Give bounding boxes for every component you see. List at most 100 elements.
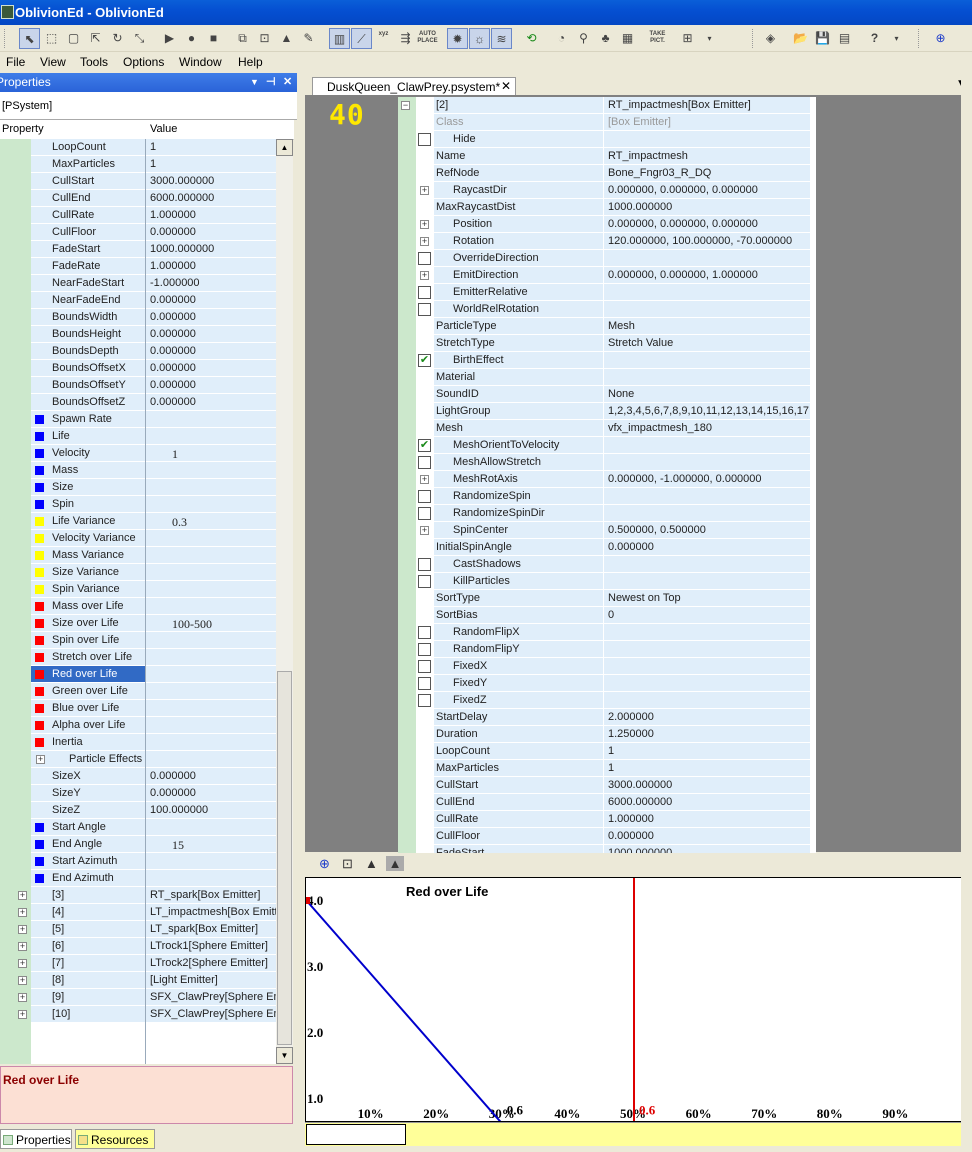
emitter-property-name[interactable]: ParticleType	[434, 318, 603, 335]
menu-file[interactable]: File	[6, 55, 25, 69]
property-name[interactable]: Inertia	[31, 734, 145, 751]
property-value[interactable]: 0.000000	[146, 292, 276, 309]
expand-icon[interactable]: +	[36, 755, 45, 764]
layers-icon[interactable]: ◈	[760, 28, 781, 49]
emitter-property-row[interactable]: Hide	[398, 131, 816, 148]
checkbox[interactable]	[418, 558, 431, 571]
emitter-property-value[interactable]: RT_impactmesh[Box Emitter]	[604, 97, 810, 114]
checkbox[interactable]	[418, 507, 431, 520]
emitter-property-name[interactable]: MeshRotAxis	[434, 471, 603, 488]
emitter-property-value[interactable]: Mesh	[604, 318, 810, 335]
expand-icon[interactable]: +	[18, 908, 27, 917]
emitter-property-value[interactable]: 6000.000000	[604, 794, 810, 811]
crosshair-icon[interactable]: ⊕	[930, 28, 951, 49]
property-name[interactable]: SizeX	[31, 768, 145, 785]
property-name[interactable]: Spin	[31, 496, 145, 513]
emitter-property-name[interactable]: SortType	[434, 590, 603, 607]
property-value[interactable]: LTrock2[Sphere Emitter]	[146, 955, 276, 972]
property-row[interactable]: End Azimuth	[0, 870, 276, 887]
property-row[interactable]: Velocity Variance	[0, 530, 276, 547]
property-value[interactable]: 0.000000	[146, 326, 276, 343]
property-value[interactable]	[146, 581, 276, 598]
emitter-property-value[interactable]: Stretch Value	[604, 335, 810, 352]
property-value[interactable]	[146, 751, 276, 768]
emitter-property-row[interactable]: CastShadows	[398, 556, 816, 573]
checkbox[interactable]	[418, 133, 431, 146]
emitter-property-row[interactable]: RandomizeSpinDir	[398, 505, 816, 522]
emitter-property-name[interactable]: CullEnd	[434, 794, 603, 811]
property-value[interactable]: LTrock1[Sphere Emitter]	[146, 938, 276, 955]
property-name[interactable]: Spin Variance	[31, 581, 145, 598]
scroll-thumb[interactable]	[277, 671, 292, 1045]
property-name[interactable]: Particle Effects	[31, 751, 145, 768]
emitter-property-row[interactable]: FixedZ	[398, 692, 816, 709]
property-name[interactable]: BoundsOffsetX	[31, 360, 145, 377]
property-value[interactable]	[146, 530, 276, 547]
property-name[interactable]: Velocity	[31, 445, 145, 462]
layout-icon[interactable]: ▥	[329, 28, 350, 49]
expand-icon[interactable]: +	[420, 186, 429, 195]
property-value[interactable]	[146, 717, 276, 734]
emitter-property-name[interactable]: BirthEffect	[434, 352, 603, 369]
property-row[interactable]: Start Azimuth	[0, 853, 276, 870]
expand-icon[interactable]: +	[18, 993, 27, 1002]
emitter-property-value[interactable]	[604, 573, 810, 590]
property-name[interactable]: CullStart	[31, 173, 145, 190]
property-value[interactable]	[146, 632, 276, 649]
property-name[interactable]: [10]	[31, 1006, 145, 1023]
emitter-property-value[interactable]: 1	[604, 743, 810, 760]
panel-pin-icon[interactable]: ⊣	[266, 73, 276, 92]
emitter-property-value[interactable]: vfx_impactmesh_180	[604, 420, 810, 437]
pin-icon[interactable]: ⟋	[351, 28, 372, 49]
property-value[interactable]: LT_impactmesh[Box Emitter]	[146, 904, 276, 921]
emitter-property-name[interactable]: Material	[434, 369, 603, 386]
property-name[interactable]: CullEnd	[31, 190, 145, 207]
emitter-property-name[interactable]: StartDelay	[434, 709, 603, 726]
auto-place-button[interactable]: AUTO PLACE	[417, 28, 438, 49]
mesh-icon[interactable]: ▲	[276, 28, 297, 49]
emitter-property-value[interactable]: 0.000000, -1.000000, 0.000000	[604, 471, 810, 488]
property-name[interactable]: NearFadeEnd	[31, 292, 145, 309]
property-name[interactable]: Start Azimuth	[31, 853, 145, 870]
expand-icon[interactable]: +	[420, 475, 429, 484]
emitter-property-name[interactable]: RandomFlipX	[434, 624, 603, 641]
open-icon[interactable]: 📂	[790, 28, 811, 49]
toolbar-grip-2[interactable]	[752, 29, 755, 48]
emitter-property-value[interactable]: 1.250000	[604, 726, 810, 743]
sun-icon[interactable]: ✹	[447, 28, 468, 49]
panel-close-icon[interactable]: ✕	[283, 73, 292, 92]
property-value[interactable]: 0.3	[146, 513, 276, 530]
expand-icon[interactable]: +	[18, 942, 27, 951]
property-name[interactable]: BoundsOffsetZ	[31, 394, 145, 411]
property-name[interactable]: Blue over Life	[31, 700, 145, 717]
document-tab-close-icon[interactable]: ✕	[501, 79, 511, 93]
refresh-icon[interactable]: ⟲	[521, 28, 542, 49]
emitter-property-name[interactable]: Position	[434, 216, 603, 233]
emitter-property-row[interactable]: Material	[398, 369, 816, 386]
property-name[interactable]: NearFadeStart	[31, 275, 145, 292]
emitter-property-name[interactable]: CullFloor	[434, 828, 603, 845]
property-row[interactable]: SizeY 0.000000	[0, 785, 276, 802]
property-name[interactable]: BoundsOffsetY	[31, 377, 145, 394]
property-row[interactable]: CullEnd 6000.000000	[0, 190, 276, 207]
property-row[interactable]: Spin over Life	[0, 632, 276, 649]
emitter-property-row[interactable]: CullStart 3000.000000	[398, 777, 816, 794]
property-name[interactable]: Green over Life	[31, 683, 145, 700]
property-name[interactable]: CullFloor	[31, 224, 145, 241]
property-value[interactable]: RT_spark[Box Emitter]	[146, 887, 276, 904]
property-row[interactable]: Life	[0, 428, 276, 445]
emitter-property-name[interactable]: FixedX	[434, 658, 603, 675]
property-value[interactable]	[146, 819, 276, 836]
emitter-property-row[interactable]: EmitDirection 0.000000, 0.000000, 1.00000…	[398, 267, 816, 284]
expand-icon[interactable]: +	[420, 220, 429, 229]
emitter-property-value[interactable]: 0.000000	[604, 539, 810, 556]
view-icon[interactable]: ⊡	[254, 28, 275, 49]
property-row[interactable]: LoopCount 1	[0, 139, 276, 156]
checkbox[interactable]	[418, 456, 431, 469]
emitter-property-name[interactable]: FixedY	[434, 675, 603, 692]
property-name[interactable]: Stretch over Life	[31, 649, 145, 666]
checkbox[interactable]	[418, 677, 431, 690]
curve-chart[interactable]: 10%20%30%40%50%60%70%80%90%1.02.03.04.0R…	[303, 878, 962, 1129]
status-field[interactable]	[306, 1124, 406, 1145]
property-value[interactable]: 1	[146, 445, 276, 462]
